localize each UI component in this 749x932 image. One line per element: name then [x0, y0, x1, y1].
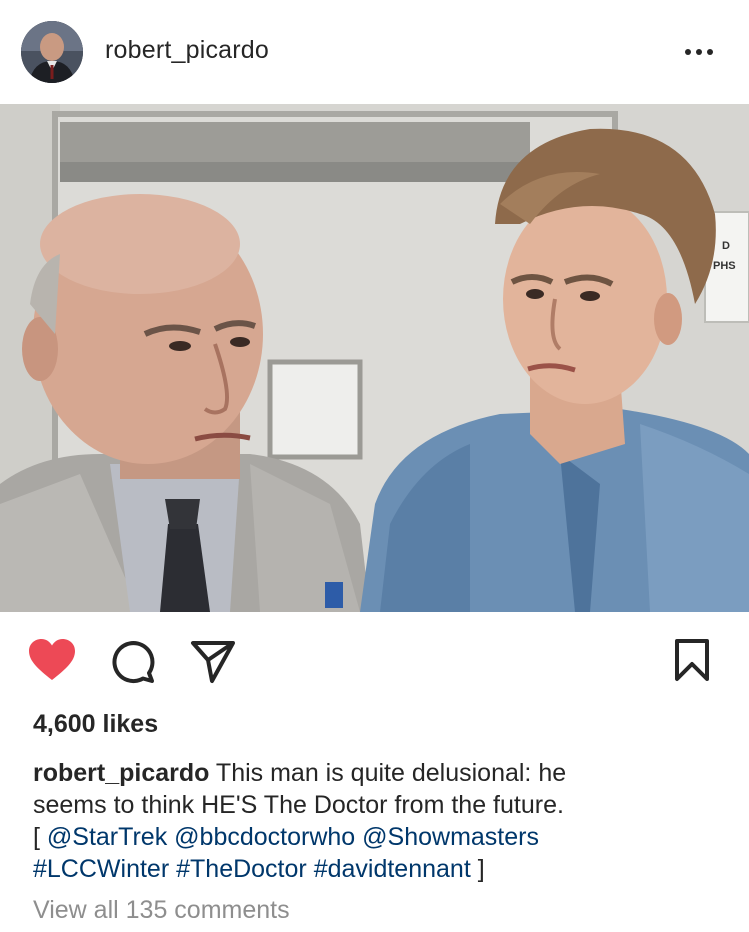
more-options-icon[interactable] [685, 40, 713, 64]
caption-text: seems to think HE'S The Doctor from the … [33, 791, 564, 819]
save-button[interactable] [674, 638, 710, 687]
share-button[interactable] [190, 640, 236, 689]
paper-plane-icon [191, 641, 235, 683]
caption-bracket: [ [33, 823, 47, 851]
post-photo[interactable]: D PHS [0, 104, 749, 612]
like-button[interactable] [28, 638, 76, 687]
caption-bracket: ] [470, 855, 485, 883]
hashtag-link[interactable]: #LCCWinter [33, 855, 169, 883]
comment-icon [112, 641, 155, 684]
avatar[interactable] [21, 21, 83, 83]
post-actions [0, 612, 749, 708]
post-header: robert_picardo [0, 0, 749, 104]
post-caption: robert_picardo This man is quite delusio… [33, 757, 723, 885]
caption-text: This man is quite delusional: he [209, 759, 567, 787]
likes-count[interactable]: 4,600 likes [33, 710, 158, 739]
hashtag-link[interactable]: #davidtennant [314, 855, 471, 883]
post-username[interactable]: robert_picardo [105, 36, 269, 65]
comment-button[interactable] [110, 639, 156, 690]
photo-sign-text: PHS [713, 260, 736, 272]
mention-link[interactable]: @bbcdoctorwho [174, 823, 355, 851]
hashtag-link[interactable]: #TheDoctor [176, 855, 307, 883]
heart-filled-icon [29, 639, 75, 680]
mention-link[interactable]: @StarTrek [47, 823, 167, 851]
photo-sign-text: D [722, 240, 730, 252]
bookmark-icon [675, 639, 709, 681]
mention-link[interactable]: @Showmasters [362, 823, 539, 851]
caption-author[interactable]: robert_picardo [33, 759, 209, 787]
view-all-comments-link[interactable]: View all 135 comments [33, 896, 290, 925]
